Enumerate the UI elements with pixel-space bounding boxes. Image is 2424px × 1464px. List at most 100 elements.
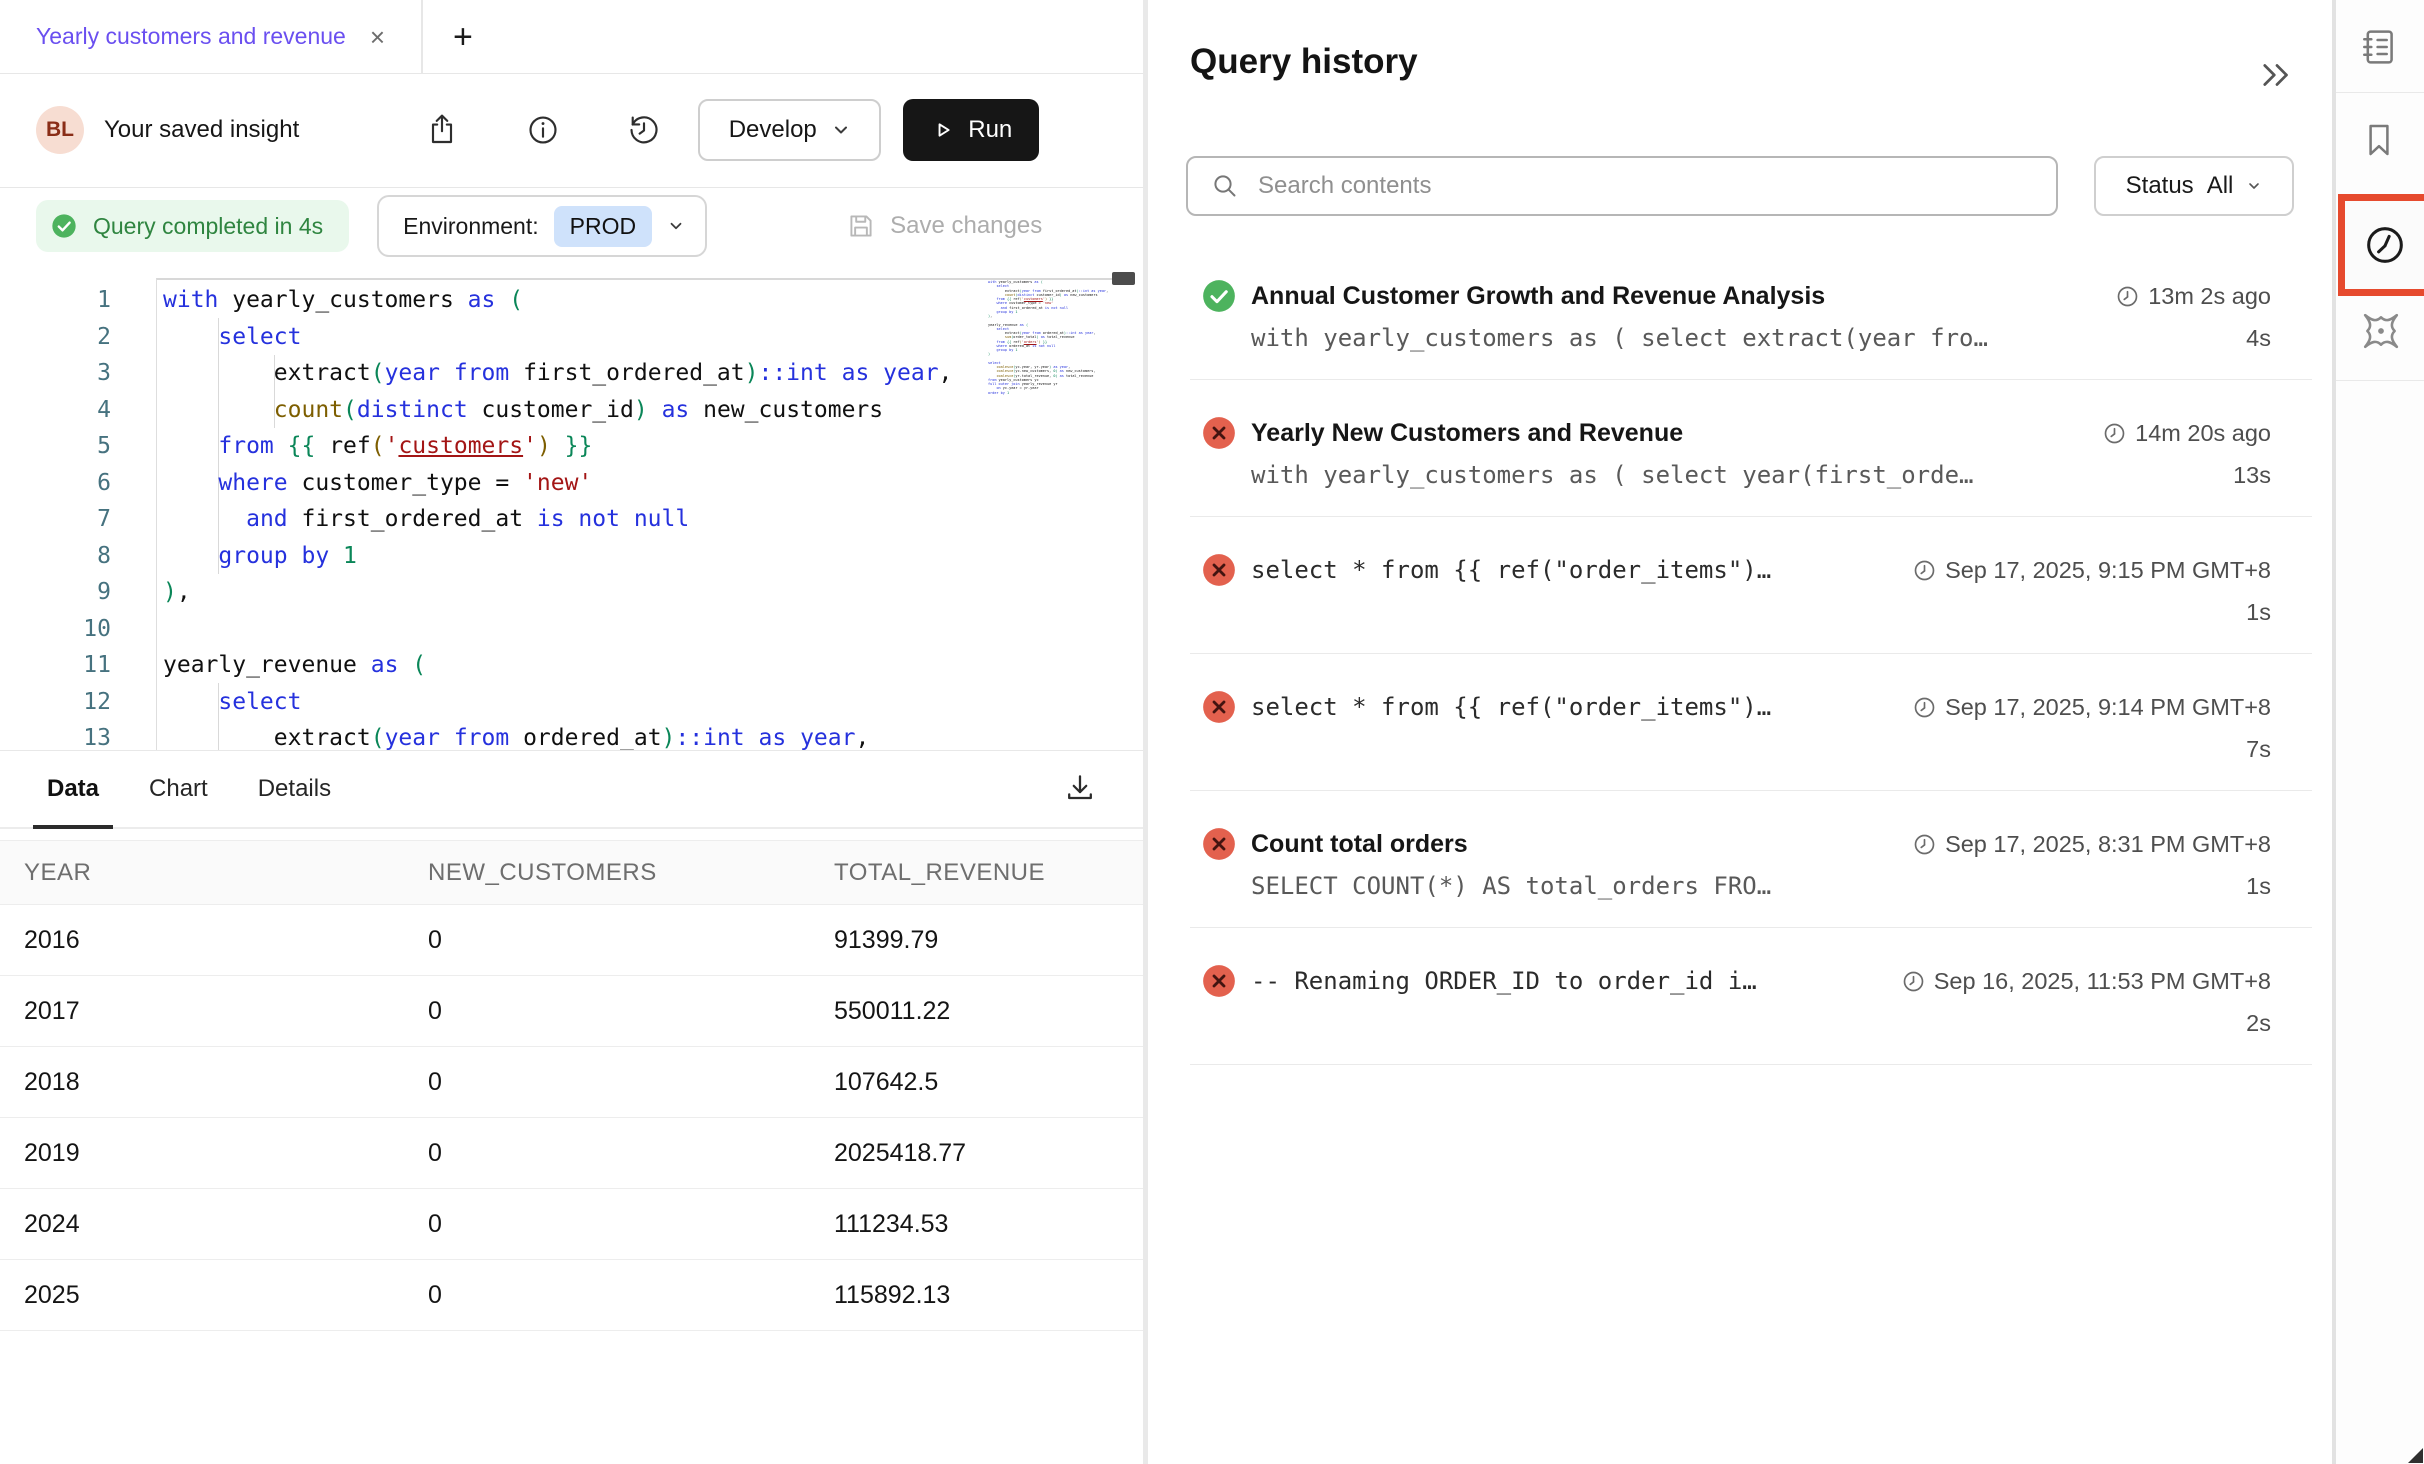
history-item-time-text: 13m 2s ago <box>2148 283 2271 310</box>
table-cell: 0 <box>404 976 810 1047</box>
tab-data[interactable]: Data <box>33 751 113 827</box>
table-row[interactable]: 20240111234.53 <box>0 1189 1143 1260</box>
sql-editor[interactable]: 12345678910111213 with yearly_customers … <box>0 265 1143 750</box>
query-history-button[interactable] <box>626 112 662 148</box>
history-item[interactable]: Yearly New Customers and Revenue 14m 20s … <box>1190 380 2312 517</box>
results-tab-bar: Data Chart Details <box>0 750 1143 829</box>
app-root: Yearly customers and revenue × + BL Your… <box>0 0 2424 1464</box>
table-cell: 0 <box>404 1047 810 1118</box>
editor-scrollbar[interactable] <box>1112 272 1135 285</box>
share-button[interactable] <box>424 112 460 148</box>
table-row[interactable]: 20180107642.5 <box>0 1047 1143 1118</box>
bookmark-icon <box>2358 119 2400 161</box>
table-cell: 0 <box>404 1118 810 1189</box>
save-changes-button[interactable]: Save changes <box>845 210 1042 242</box>
history-item-duration: 2s <box>2246 1010 2271 1037</box>
column-header-total-revenue[interactable]: TOTAL_REVENUE <box>810 841 1143 905</box>
dbt-rail-button[interactable] <box>2358 308 2402 352</box>
run-button[interactable]: Run <box>903 99 1039 161</box>
save-label: Save changes <box>890 212 1042 240</box>
history-item-title: Yearly New Customers and Revenue <box>1251 419 2103 448</box>
history-item-time: Sep 17, 2025, 9:14 PM GMT+8 <box>1913 694 2271 721</box>
rail-separator <box>2336 380 2424 381</box>
table-row[interactable]: 2016091399.79 <box>0 905 1143 976</box>
column-header-new-customers[interactable]: NEW_CUSTOMERS <box>404 841 810 905</box>
tab-chart[interactable]: Chart <box>135 751 222 827</box>
editor-code[interactable]: with yearly_customers as ( select extrac… <box>163 282 952 750</box>
document-subtitle: Your saved insight <box>104 116 299 144</box>
tab-label: Yearly customers and revenue <box>36 23 346 50</box>
info-button[interactable] <box>525 112 561 148</box>
environment-selector[interactable]: Environment: PROD <box>377 195 707 257</box>
results-table-body: 2016091399.7920170550011.2220180107642.5… <box>0 905 1143 1331</box>
notebook-icon <box>2358 26 2400 68</box>
chevron-down-icon <box>667 217 685 235</box>
download-results-button[interactable] <box>1062 770 1098 808</box>
line-number: 7 <box>0 501 111 538</box>
query-history-rail-button-active[interactable] <box>2338 194 2424 296</box>
history-item-time-text: Sep 17, 2025, 9:15 PM GMT+8 <box>1945 557 2271 584</box>
table-row[interactable]: 20250115892.13 <box>0 1260 1143 1331</box>
table-cell: 0 <box>404 1260 810 1331</box>
success-status-icon <box>1202 279 1236 313</box>
code-line: ), <box>163 574 952 611</box>
search-input[interactable] <box>1256 171 2056 201</box>
header-actions <box>424 112 662 148</box>
tab-yearly-customers[interactable]: Yearly customers and revenue × <box>0 0 391 73</box>
error-status-icon <box>1202 553 1236 587</box>
collapse-panel-button[interactable] <box>2258 56 2296 94</box>
clock-icon <box>2361 221 2409 269</box>
new-tab-button[interactable]: + <box>443 20 483 54</box>
history-item-time-text: Sep 16, 2025, 11:53 PM GMT+8 <box>1934 968 2271 995</box>
double-chevron-right-icon <box>2258 56 2296 94</box>
resize-handle[interactable] <box>2408 1448 2423 1463</box>
history-item-title: -- Renaming ORDER_ID to order_id i… <box>1251 967 1902 995</box>
line-number: 5 <box>0 428 111 465</box>
clock-icon <box>2103 422 2126 445</box>
history-item-time: Sep 17, 2025, 9:15 PM GMT+8 <box>1913 557 2271 584</box>
run-label: Run <box>968 116 1012 144</box>
tab-details[interactable]: Details <box>244 751 345 827</box>
code-line: where customer_type = 'new' <box>163 465 952 502</box>
table-row[interactable]: 20170550011.22 <box>0 976 1143 1047</box>
history-item[interactable]: Count total ordersSep 17, 2025, 8:31 PM … <box>1190 791 2312 928</box>
clock-icon <box>1913 833 1936 856</box>
line-number: 11 <box>0 647 111 684</box>
history-item[interactable]: select * from {{ ref("order_items")…Sep … <box>1190 654 2312 791</box>
check-circle-icon <box>50 212 78 240</box>
history-item-duration: 7s <box>2246 736 2271 763</box>
download-icon <box>1062 770 1098 808</box>
error-icon <box>1202 827 1236 861</box>
history-item-time: Sep 16, 2025, 11:53 PM GMT+8 <box>1902 968 2271 995</box>
tab-divider <box>421 0 423 73</box>
column-header-year[interactable]: YEAR <box>0 841 404 905</box>
table-row[interactable]: 201902025418.77 <box>0 1118 1143 1189</box>
editor-minimap[interactable]: with yearly_customers as ( select extrac… <box>988 280 1118 395</box>
table-cell: 2016 <box>0 905 404 976</box>
status-filter-dropdown[interactable]: Status All <box>2094 156 2294 216</box>
history-item-sql-preview: with yearly_customers as ( select extrac… <box>1251 324 2246 352</box>
history-item[interactable]: select * from {{ ref("order_items")…Sep … <box>1190 517 2312 654</box>
tab-data-label: Data <box>47 775 99 803</box>
results-table: YEAR NEW_CUSTOMERS TOTAL_REVENUE 2016091… <box>0 840 1143 1331</box>
table-cell: 2019 <box>0 1118 404 1189</box>
history-item-detail: with yearly_customers as ( select year(f… <box>1202 457 2312 493</box>
close-icon[interactable]: × <box>364 24 391 50</box>
line-number: 8 <box>0 538 111 575</box>
bookmark-rail-button[interactable] <box>2358 118 2402 162</box>
history-item-title: select * from {{ ref("order_items")… <box>1251 693 1913 721</box>
notebook-rail-button[interactable] <box>2358 25 2402 69</box>
table-cell: 115892.13 <box>810 1260 1143 1331</box>
history-item-time: Sep 17, 2025, 8:31 PM GMT+8 <box>1913 831 2271 858</box>
minimap-line: order by 1 <box>988 391 1118 395</box>
history-item-duration: 13s <box>2233 462 2271 489</box>
search-field[interactable] <box>1186 156 2058 216</box>
history-item[interactable]: Annual Customer Growth and Revenue Analy… <box>1190 243 2312 380</box>
history-item-time-text: 14m 20s ago <box>2135 420 2271 447</box>
code-line: from {{ ref('customers') }} <box>163 428 952 465</box>
history-item[interactable]: -- Renaming ORDER_ID to order_id i… Sep 1… <box>1190 928 2312 1065</box>
line-number: 2 <box>0 319 111 356</box>
table-cell: 2017 <box>0 976 404 1047</box>
table-cell: 550011.22 <box>810 976 1143 1047</box>
develop-dropdown[interactable]: Develop <box>698 99 881 161</box>
